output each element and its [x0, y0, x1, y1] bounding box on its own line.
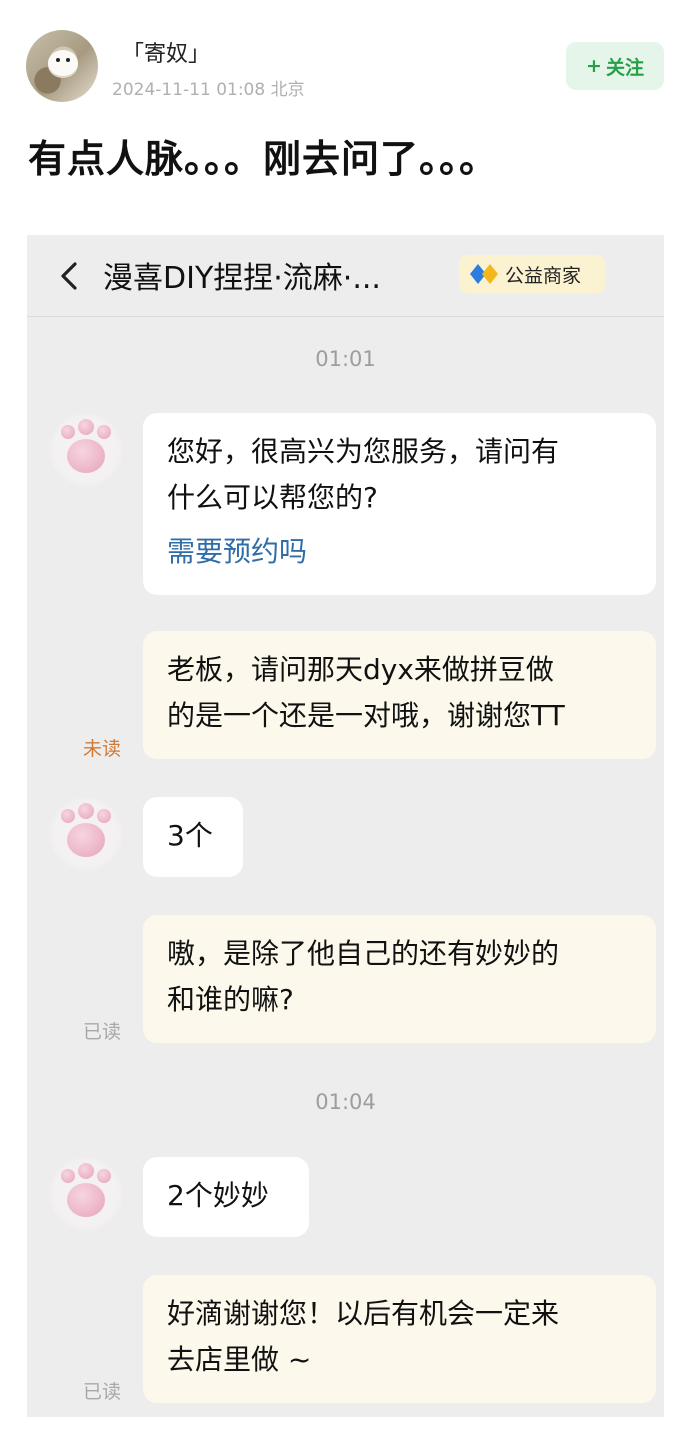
message-text: 和谁的嘛?: [167, 983, 294, 1016]
read-status: 已读: [83, 1021, 122, 1043]
follow-label: 关注: [605, 56, 644, 79]
message-text: 的是一个还是一对哦，谢谢您TT: [167, 699, 565, 732]
chat-top-bar: 漫喜DIY捏捏·流麻·... 公益商家: [27, 235, 664, 317]
chat-screenshot: 漫喜DIY捏捏·流麻·... 公益商家 01:01 您好，很高兴为您服务，请问有…: [27, 235, 664, 1417]
message-bubble-merchant: 3个: [143, 797, 243, 877]
message-text: 您好，很高兴为您服务，请问有: [167, 435, 560, 468]
post-meta: 2024-11-11 01:08 北京: [112, 80, 305, 100]
quick-reply-link[interactable]: 需要预约吗: [167, 529, 632, 575]
merchant-avatar[interactable]: [49, 413, 123, 487]
message-text: 嗷，是除了他自己的还有妙妙的: [167, 937, 560, 970]
post-text: 有点人脉。。。刚去问了。。。: [28, 137, 499, 181]
chat-title: 漫喜DIY捏捏·流麻·...: [103, 261, 381, 296]
author-name[interactable]: 「寄奴」: [122, 36, 210, 68]
message-text: 什么可以帮您的?: [167, 481, 378, 514]
merchant-avatar[interactable]: [49, 797, 123, 871]
message-text: 老板，请问那天dyx来做拼豆做: [167, 653, 554, 686]
message-text: 去店里做 ~: [167, 1343, 312, 1376]
follow-button[interactable]: + 关注: [566, 42, 664, 90]
time-stamp: 01:01: [315, 347, 376, 371]
message-bubble-self: 老板，请问那天dyx来做拼豆做 的是一个还是一对哦，谢谢您TT: [143, 631, 656, 759]
message-bubble-self: 嗷，是除了他自己的还有妙妙的 和谁的嘛?: [143, 915, 656, 1043]
bird-avatar-image: [48, 50, 78, 76]
plus-icon: +: [586, 55, 602, 77]
back-chevron-icon[interactable]: [59, 261, 79, 291]
author-avatar[interactable]: [26, 30, 98, 102]
message-text: 好滴谢谢您！以后有机会一定来: [167, 1297, 560, 1330]
read-status: 已读: [83, 1381, 122, 1403]
diamond-badge-icon: [470, 264, 498, 284]
message-bubble-merchant: 您好，很高兴为您服务，请问有 什么可以帮您的? 需要预约吗: [143, 413, 656, 595]
message-text: 2个妙妙: [167, 1179, 269, 1212]
post-header: 「寄奴」 2024-11-11 01:08 北京 + 关注: [0, 0, 690, 120]
merchant-avatar[interactable]: [49, 1157, 123, 1231]
charity-badge-label: 公益商家: [505, 264, 582, 287]
time-stamp: 01:04: [315, 1090, 376, 1114]
message-bubble-self: 好滴谢谢您！以后有机会一定来 去店里做 ~: [143, 1275, 656, 1403]
message-text: 3个: [167, 819, 213, 852]
message-bubble-merchant: 2个妙妙: [143, 1157, 309, 1237]
charity-badge[interactable]: 公益商家: [459, 255, 605, 293]
unread-status: 未读: [83, 738, 122, 760]
